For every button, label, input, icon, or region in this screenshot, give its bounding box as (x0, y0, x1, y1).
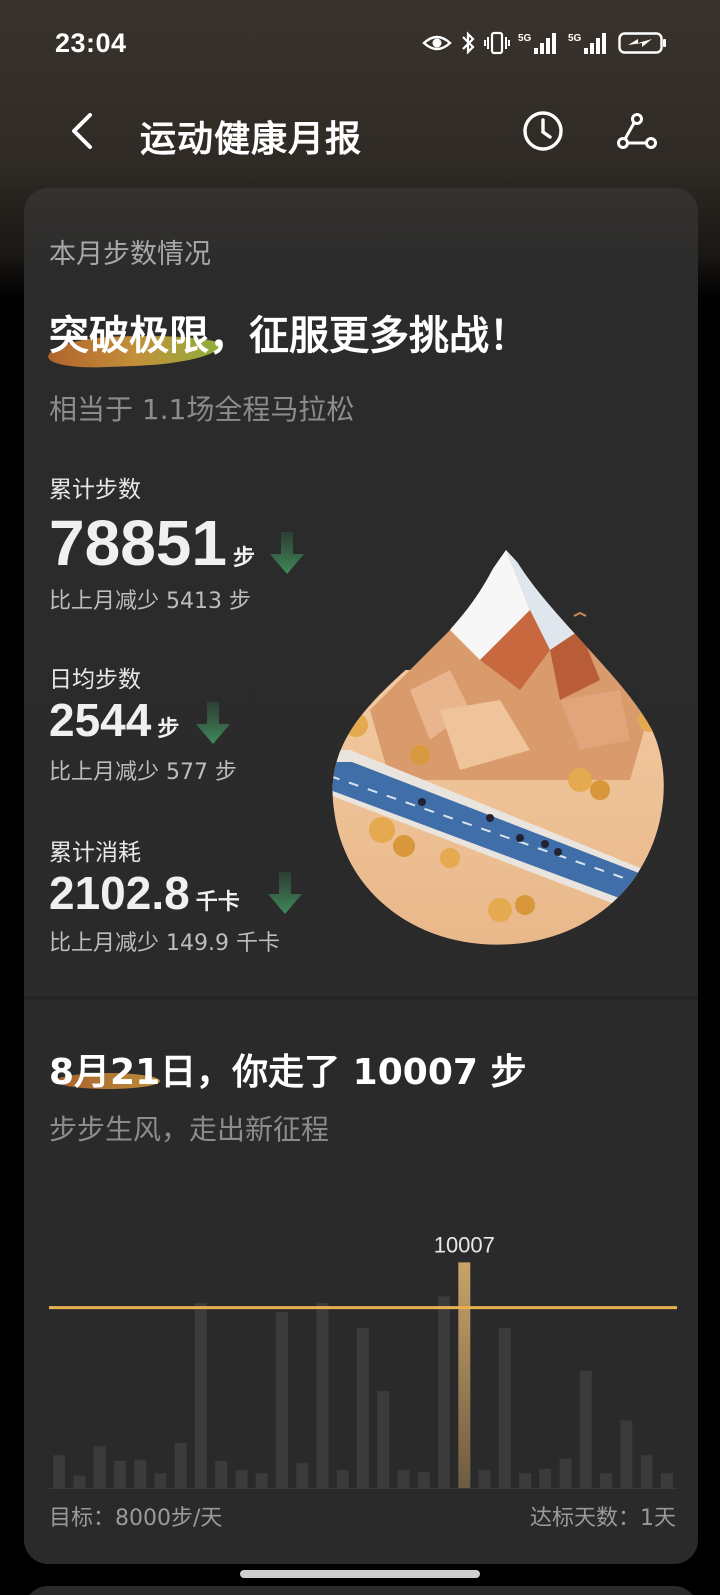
goal-days-label: 达标天数：1天 (530, 1506, 676, 1531)
chart-bar (417, 1472, 430, 1488)
page-title: 运动健康月报 (140, 119, 363, 160)
chart-bar (53, 1455, 66, 1488)
down-arrow-icon (270, 532, 304, 578)
chart-bar (377, 1391, 390, 1488)
calories-unit: 千卡 (195, 889, 240, 914)
daily-avg-steps-delta: 比上月减少 577 步 (49, 760, 237, 785)
chart-bar (660, 1473, 673, 1488)
home-indicator[interactable] (240, 1570, 480, 1578)
summary-headline: 突破极限，征服更多挑战！ (49, 313, 529, 359)
status-time: 23:04 (55, 28, 127, 58)
signal-5g-icon: 5G (518, 30, 560, 60)
share-button[interactable] (612, 108, 662, 158)
calories-number: 2102.8 (49, 867, 190, 919)
goal-label: 目标：8000步/天 (49, 1506, 223, 1531)
chart-bar (600, 1473, 613, 1488)
chart-bar (316, 1303, 329, 1488)
calories-value: 2102.8 千卡 (49, 866, 240, 920)
total-steps-value: 78851 步 (49, 506, 255, 580)
chart-bar (397, 1470, 410, 1488)
daily-avg-steps-unit: 步 (157, 716, 180, 741)
signal-5g-icon: 5G (568, 30, 610, 60)
total-steps-unit: 步 (232, 545, 255, 570)
vibrate-icon (484, 31, 510, 59)
share-icon (615, 109, 659, 157)
chart-bar (336, 1470, 349, 1488)
chart-bar (276, 1312, 288, 1488)
chart-bar (194, 1303, 207, 1488)
history-button[interactable] (518, 108, 568, 158)
chart-highlight-label: 10007 (434, 1232, 495, 1257)
status-bar: 23:04 5G 5G (0, 0, 720, 90)
app-bar: 运动健康月报 (0, 90, 720, 186)
summary-subtitle: 相当于 1.1场全程马拉松 (49, 393, 355, 426)
chart-bar (93, 1446, 106, 1488)
chart-bar (154, 1473, 167, 1488)
calories-label: 累计消耗 (49, 840, 141, 866)
chart-bar (73, 1475, 86, 1488)
back-button[interactable] (58, 108, 108, 158)
section-label: 本月步数情况 (49, 239, 211, 270)
chart-bar (296, 1463, 309, 1488)
down-arrow-icon (196, 702, 230, 748)
down-arrow-icon (268, 872, 302, 918)
chart-bar (255, 1473, 268, 1488)
chart-bar (235, 1470, 248, 1488)
chart-bar (498, 1327, 511, 1488)
chart-bar (438, 1296, 450, 1488)
total-steps-number: 78851 (49, 507, 227, 579)
chart-bar (458, 1262, 471, 1488)
status-icons: 5G 5G (422, 30, 668, 60)
chart-bar (559, 1458, 572, 1488)
chart-bar (113, 1460, 126, 1488)
network-label-1: 5G (518, 33, 532, 44)
chart-bar (478, 1470, 491, 1488)
battery-charging-icon (618, 31, 668, 59)
monthly-report-card: 本月步数情况 突破极限，征服更多挑战！ 相当于 1.1场全程马拉松 累计步数 7… (24, 188, 698, 1564)
chart-bar (357, 1327, 369, 1488)
chart-bar (519, 1473, 532, 1488)
total-steps-delta: 比上月减少 5413 步 (49, 589, 251, 614)
daily-avg-steps-number: 2544 (49, 694, 152, 746)
daily-steps-chart-svg: 10007 (49, 1232, 677, 1489)
chart-bar (174, 1442, 187, 1488)
chart-bar (215, 1460, 228, 1488)
chart-bar (539, 1468, 552, 1488)
highlight-headline: 8月21日，你走了 10007 步 (49, 1052, 527, 1093)
highlight-subtitle: 步步生风，走出新征程 (49, 1113, 330, 1146)
bluetooth-icon (460, 31, 476, 59)
chevron-left-icon (68, 111, 98, 155)
daily-avg-steps-label: 日均步数 (49, 667, 141, 693)
mountain-marathon-illustration (330, 540, 670, 946)
chart-bar (620, 1420, 633, 1488)
total-steps-label: 累计步数 (49, 477, 141, 503)
chart-bar (640, 1455, 653, 1488)
chart-bar (134, 1459, 147, 1488)
chart-bar (579, 1370, 592, 1488)
eye-icon (422, 33, 452, 57)
daily-steps-chart: 10007 (49, 1200, 677, 1500)
daily-avg-steps-value: 2544 步 (49, 693, 179, 747)
calories-delta: 比上月减少 149.9 千卡 (49, 931, 280, 956)
network-label-2: 5G (568, 33, 582, 44)
clock-icon (522, 110, 564, 156)
next-card (24, 1586, 698, 1595)
section-divider (24, 996, 698, 1000)
